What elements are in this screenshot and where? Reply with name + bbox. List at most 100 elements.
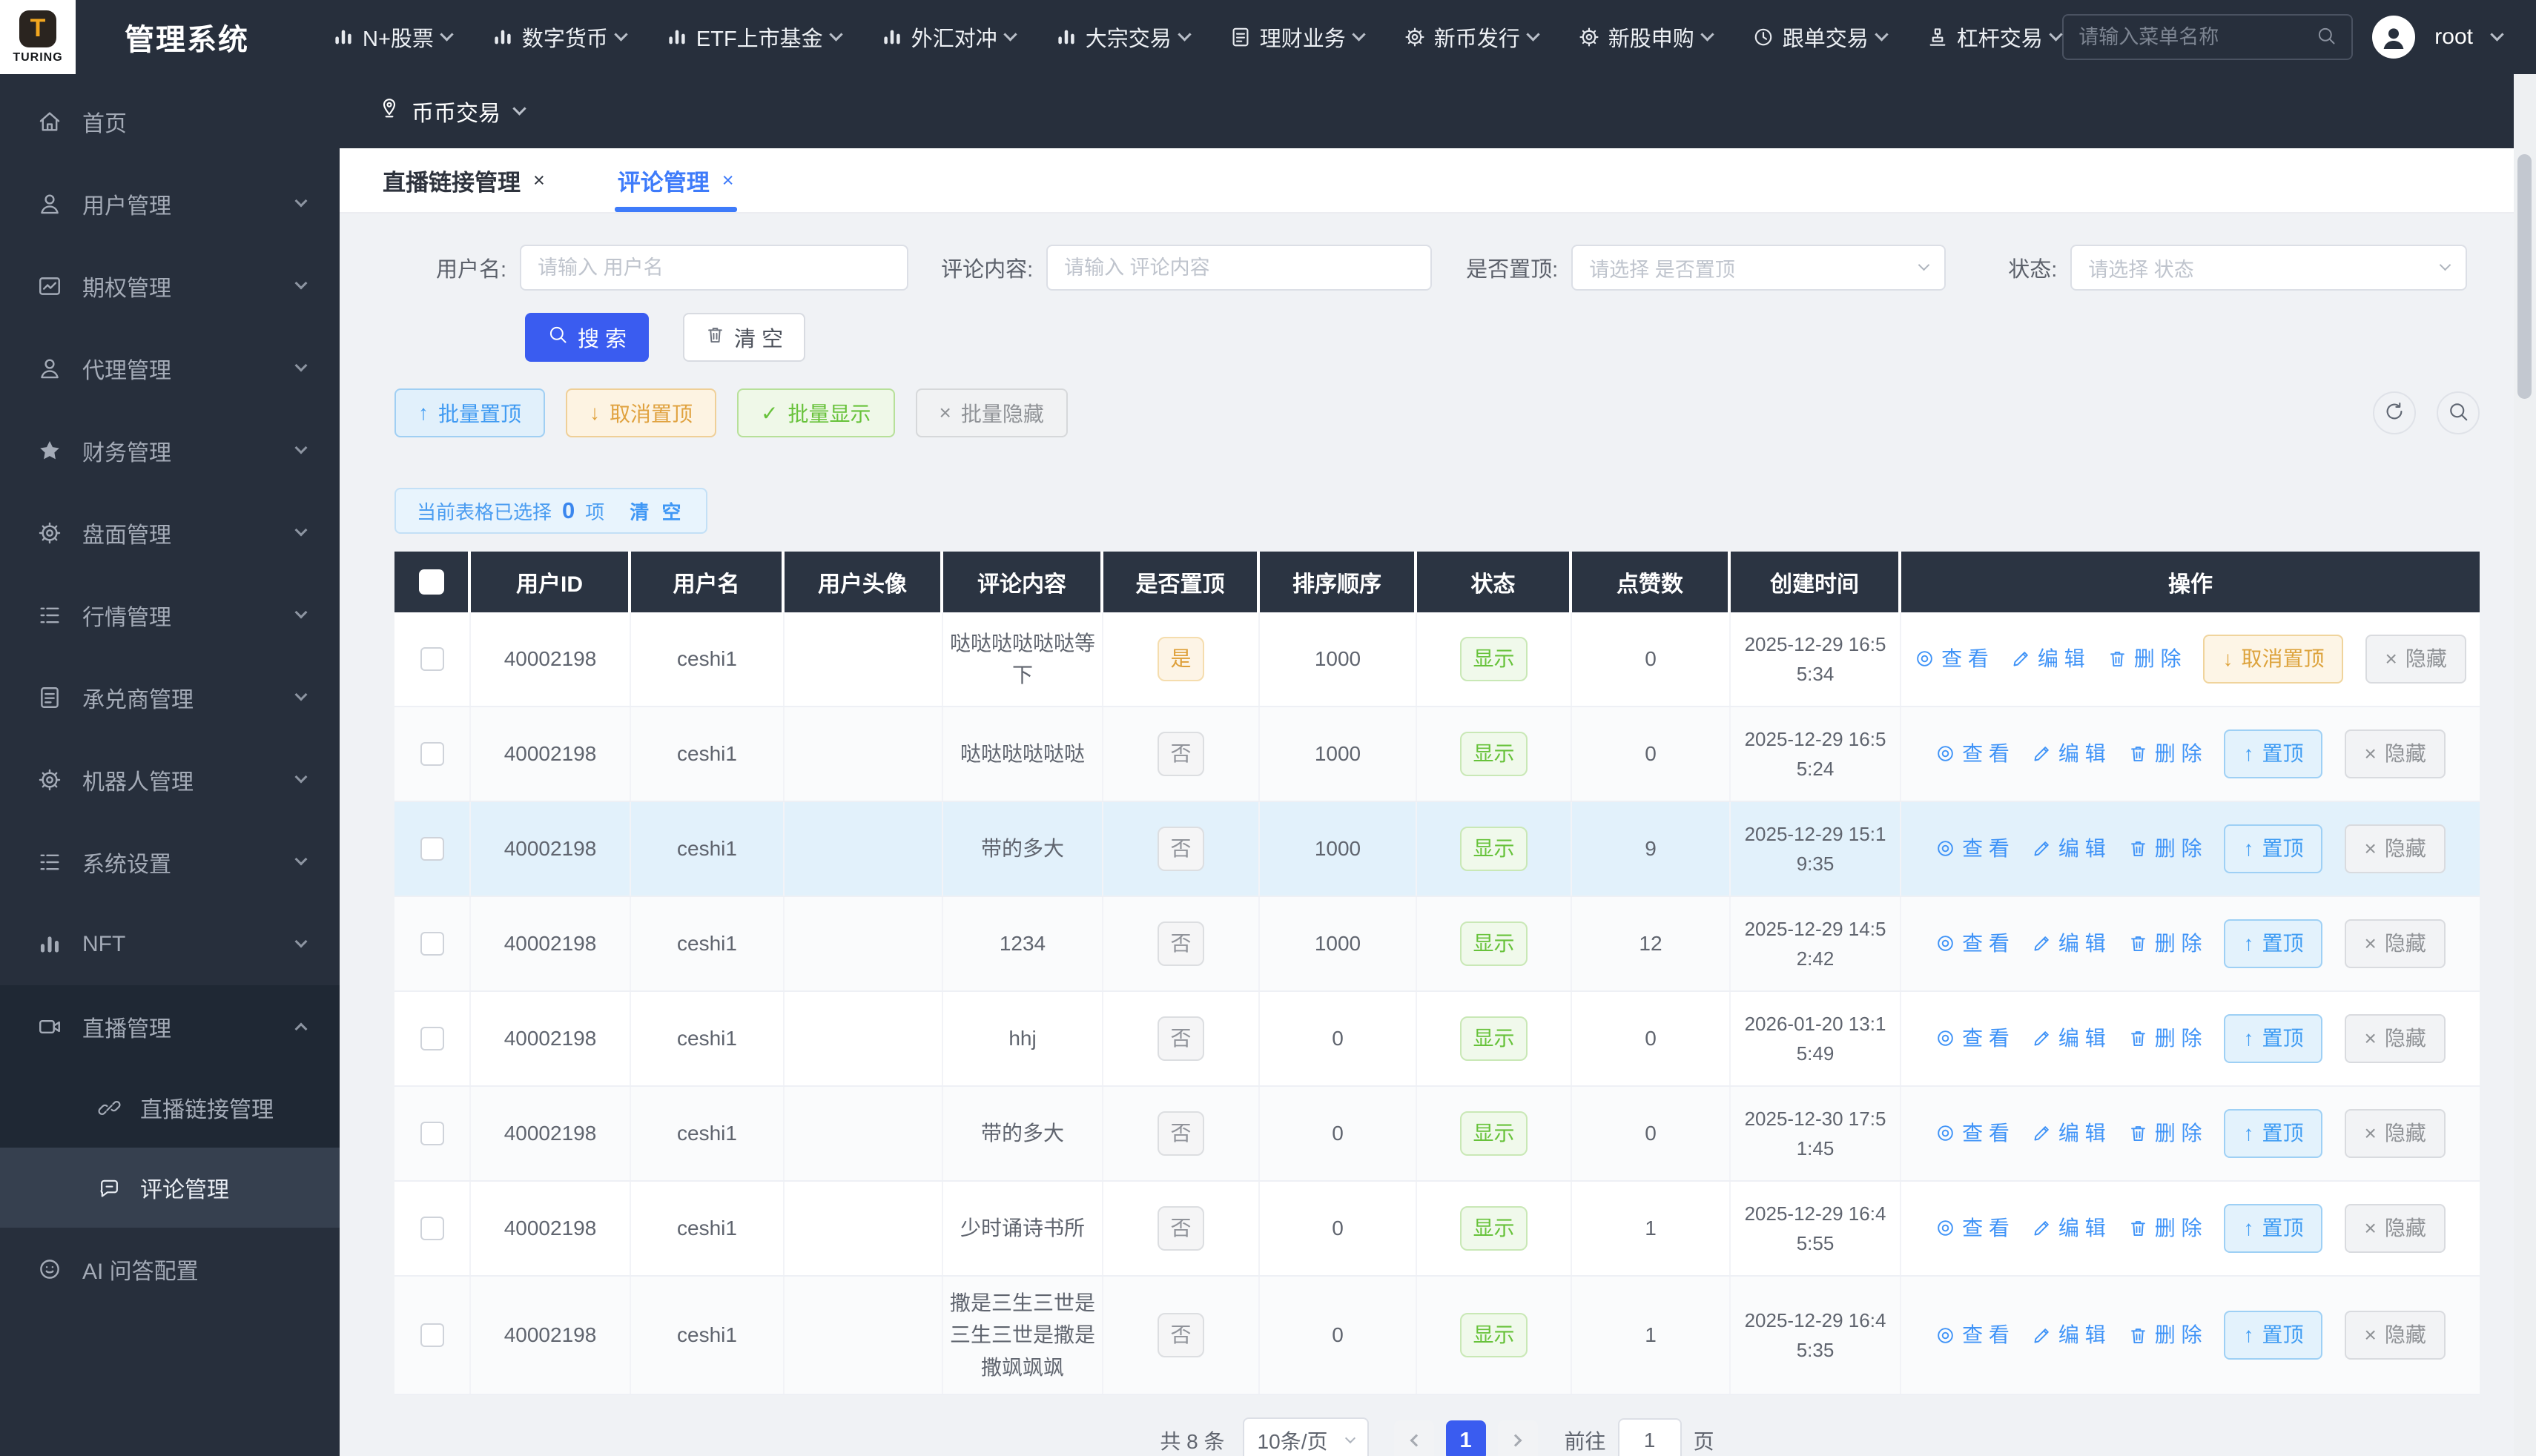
search-button[interactable]: 搜 索 bbox=[525, 313, 649, 362]
sidebar-item-10[interactable]: NFT bbox=[0, 903, 340, 985]
edit-link[interactable]: 编 辑 bbox=[2032, 1319, 2106, 1351]
nav-item-4[interactable]: 大宗交易 bbox=[1055, 21, 1189, 53]
sidebar-item-0[interactable]: 首页 bbox=[0, 80, 340, 162]
view-link[interactable]: 查 看 bbox=[1935, 738, 2010, 770]
prev-page-button[interactable] bbox=[1394, 1420, 1434, 1456]
hide-button[interactable]: ×隐藏 bbox=[2345, 1109, 2445, 1158]
app-logo[interactable]: T TURING bbox=[0, 0, 76, 74]
hide-button[interactable]: ×隐藏 bbox=[2345, 824, 2445, 873]
sidebar-item-3[interactable]: 代理管理 bbox=[0, 327, 340, 409]
tab-live-link-manage[interactable]: 直播链接管理 × bbox=[383, 148, 545, 212]
view-link[interactable]: 查 看 bbox=[1935, 833, 2010, 864]
hide-button[interactable]: ×隐藏 bbox=[2345, 1204, 2445, 1253]
tab-close-icon[interactable]: × bbox=[533, 169, 545, 192]
clear-button[interactable]: 清 空 bbox=[683, 313, 805, 362]
edit-link[interactable]: 编 辑 bbox=[2032, 1212, 2106, 1244]
nav-item-7[interactable]: 新股申购 bbox=[1578, 21, 1712, 53]
sidebar-item-4[interactable]: 财务管理 bbox=[0, 409, 340, 492]
row-checkbox[interactable] bbox=[420, 742, 444, 766]
hide-button[interactable]: ×隐藏 bbox=[2345, 1311, 2445, 1360]
pinned-filter-select[interactable]: 请选择 是否置顶 bbox=[1571, 245, 1946, 291]
hide-button[interactable]: ×隐藏 bbox=[2345, 1014, 2445, 1063]
pin-button[interactable]: ↑置顶 bbox=[2224, 824, 2322, 873]
pin-button[interactable]: ↑置顶 bbox=[2224, 1311, 2322, 1360]
nav-item-5[interactable]: 理财业务 bbox=[1229, 21, 1364, 53]
select-all-checkbox[interactable] bbox=[419, 569, 444, 595]
menu-search-input[interactable] bbox=[2078, 26, 2307, 49]
nav-item-1[interactable]: 数字货币 bbox=[492, 21, 626, 53]
view-link[interactable]: 查 看 bbox=[1915, 643, 1989, 675]
row-checkbox[interactable] bbox=[420, 1027, 444, 1050]
view-link[interactable]: 查 看 bbox=[1935, 1212, 2010, 1244]
zoom-search-button[interactable] bbox=[2437, 391, 2480, 434]
row-checkbox[interactable] bbox=[420, 1323, 444, 1347]
sidebar-item-9[interactable]: 系统设置 bbox=[0, 821, 340, 903]
goto-page-input[interactable] bbox=[1618, 1418, 1682, 1456]
username-filter-input[interactable] bbox=[520, 245, 908, 291]
menu-search-box[interactable] bbox=[2062, 14, 2353, 60]
batch-button-3[interactable]: ×批量隐藏 bbox=[916, 388, 1068, 437]
current-page-button[interactable]: 1 bbox=[1446, 1420, 1486, 1456]
nav-item-0[interactable]: N+股票 bbox=[332, 21, 452, 53]
view-link[interactable]: 查 看 bbox=[1935, 1022, 2010, 1054]
nav-item-8[interactable]: 跟单交易 bbox=[1752, 21, 1886, 53]
row-checkbox[interactable] bbox=[420, 1122, 444, 1145]
view-link[interactable]: 查 看 bbox=[1935, 927, 2010, 959]
hide-button[interactable]: ×隐藏 bbox=[2365, 635, 2466, 684]
row-checkbox[interactable] bbox=[420, 1217, 444, 1240]
row-checkbox[interactable] bbox=[420, 837, 444, 861]
row-checkbox[interactable] bbox=[420, 647, 444, 671]
delete-link[interactable]: 删 除 bbox=[2128, 833, 2202, 864]
edit-link[interactable]: 编 辑 bbox=[2032, 927, 2106, 959]
avatar[interactable] bbox=[2372, 16, 2415, 59]
next-page-button[interactable] bbox=[1498, 1420, 1538, 1456]
sidebar-item-1[interactable]: 用户管理 bbox=[0, 162, 340, 245]
status-filter-select[interactable]: 请选择 状态 bbox=[2070, 245, 2467, 291]
sidebar-item-5[interactable]: 盘面管理 bbox=[0, 492, 340, 574]
sidebar-item-6[interactable]: 行情管理 bbox=[0, 574, 340, 656]
edit-link[interactable]: 编 辑 bbox=[2032, 1117, 2106, 1149]
nav-item-9[interactable]: 杠杆交易 bbox=[1926, 21, 2061, 53]
delete-link[interactable]: 删 除 bbox=[2128, 1319, 2202, 1351]
sidebar-item-8[interactable]: 机器人管理 bbox=[0, 738, 340, 821]
pin-button[interactable]: ↑置顶 bbox=[2224, 1204, 2322, 1253]
delete-link[interactable]: 删 除 bbox=[2128, 738, 2202, 770]
delete-link[interactable]: 删 除 bbox=[2128, 1117, 2202, 1149]
delete-link[interactable]: 删 除 bbox=[2128, 927, 2202, 959]
unpin-button[interactable]: ↓取消置顶 bbox=[2203, 635, 2343, 684]
sidebar-item-12[interactable]: AI 问答配置 bbox=[0, 1228, 340, 1310]
selection-clear-link[interactable]: 清 空 bbox=[630, 497, 684, 525]
sidebar-subitem-11-0[interactable]: 直播链接管理 bbox=[0, 1068, 340, 1148]
sidebar-subitem-11-1[interactable]: 评论管理 bbox=[0, 1148, 340, 1228]
tab-close-icon[interactable]: × bbox=[722, 169, 734, 192]
edit-link[interactable]: 编 辑 bbox=[2032, 738, 2106, 770]
delete-link[interactable]: 删 除 bbox=[2128, 1212, 2202, 1244]
edit-link[interactable]: 编 辑 bbox=[2011, 643, 2085, 675]
pin-button[interactable]: ↑置顶 bbox=[2224, 729, 2322, 778]
edit-link[interactable]: 编 辑 bbox=[2032, 1022, 2106, 1054]
sidebar-item-7[interactable]: 承兑商管理 bbox=[0, 656, 340, 738]
nav-item-2[interactable]: ETF上市基金 bbox=[666, 21, 841, 53]
breadcrumb[interactable]: 币币交易 bbox=[412, 95, 501, 128]
pin-button[interactable]: ↑置顶 bbox=[2224, 919, 2322, 968]
page-size-select[interactable]: 10条/页 bbox=[1243, 1417, 1369, 1456]
delete-link[interactable]: 删 除 bbox=[2107, 643, 2182, 675]
nav-item-6[interactable]: 新币发行 bbox=[1404, 21, 1538, 53]
batch-button-0[interactable]: ↑批量置顶 bbox=[394, 388, 545, 437]
sidebar-item-11[interactable]: 直播管理 bbox=[0, 985, 340, 1068]
refresh-button[interactable] bbox=[2373, 391, 2416, 434]
comment-filter-input[interactable] bbox=[1046, 245, 1432, 291]
page-scrollbar[interactable] bbox=[2514, 74, 2536, 1456]
sidebar-item-2[interactable]: 期权管理 bbox=[0, 245, 340, 327]
view-link[interactable]: 查 看 bbox=[1935, 1319, 2010, 1351]
nav-item-3[interactable]: 外汇对冲 bbox=[881, 21, 1015, 53]
edit-link[interactable]: 编 辑 bbox=[2032, 833, 2106, 864]
pin-button[interactable]: ↑置顶 bbox=[2224, 1014, 2322, 1063]
scrollbar-thumb[interactable] bbox=[2517, 154, 2532, 399]
tab-comment-manage[interactable]: 评论管理 × bbox=[618, 148, 734, 212]
hide-button[interactable]: ×隐藏 bbox=[2345, 729, 2445, 778]
pin-button[interactable]: ↑置顶 bbox=[2224, 1109, 2322, 1158]
hide-button[interactable]: ×隐藏 bbox=[2345, 919, 2445, 968]
delete-link[interactable]: 删 除 bbox=[2128, 1022, 2202, 1054]
view-link[interactable]: 查 看 bbox=[1935, 1117, 2010, 1149]
